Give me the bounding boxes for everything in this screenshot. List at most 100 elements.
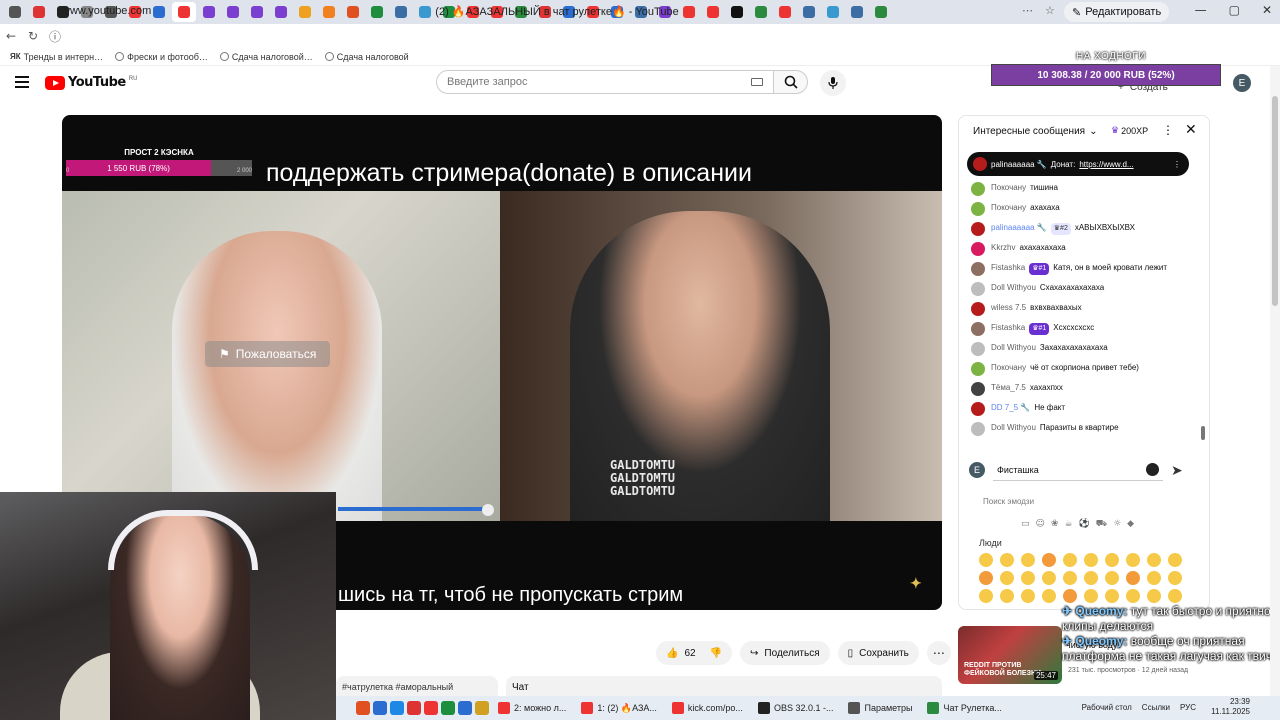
- chat-author[interactable]: Покочану: [991, 203, 1026, 212]
- taskbar-app-icon[interactable]: [458, 701, 472, 715]
- travel-emoji-icon[interactable]: ⛟: [1096, 519, 1107, 530]
- chat-more-icon[interactable]: ⋮: [1162, 123, 1174, 137]
- emoji-icon[interactable]: [1126, 589, 1140, 603]
- emoji-icon[interactable]: [1168, 571, 1182, 585]
- chat-message[interactable]: DD 7_5 🔧 Не факт: [971, 399, 1196, 419]
- chat-author[interactable]: Doll Withyou: [991, 283, 1036, 292]
- chat-author[interactable]: Fistashka: [991, 263, 1025, 272]
- emoji-icon[interactable]: [979, 589, 993, 603]
- chat-message[interactable]: Kkrzhv ахахахахаха: [971, 239, 1196, 259]
- symbols-emoji-icon[interactable]: ◆: [1127, 519, 1134, 530]
- bookmark-item[interactable]: Сдача налоговой: [324, 52, 409, 62]
- objects-emoji-icon[interactable]: ☼: [1113, 519, 1121, 530]
- chat-message[interactable]: Покочану ахахаха: [971, 199, 1196, 219]
- share-button[interactable]: ↪ Поделиться: [740, 641, 830, 665]
- chat-author[interactable]: Покочану: [991, 363, 1026, 372]
- chat-author[interactable]: Kkrzhv: [991, 243, 1015, 252]
- taskbar-clock[interactable]: 23:39 11.11.2025: [1211, 697, 1250, 717]
- emoji-icon[interactable]: [1147, 571, 1161, 585]
- emoji-search-input[interactable]: Поиск эмодзи: [983, 497, 1034, 506]
- bookmark-item[interactable]: ЯК Тренды в интерн…: [10, 52, 103, 62]
- pinned-more-icon[interactable]: ⋮: [1173, 160, 1181, 169]
- more-icon[interactable]: ⋯: [1022, 4, 1033, 17]
- chat-author[interactable]: Doll Withyou: [991, 343, 1036, 352]
- reload-icon[interactable]: ↻: [22, 29, 44, 43]
- emoji-picker-icon[interactable]: [1146, 463, 1159, 476]
- activity-emoji-icon[interactable]: ⚽: [1079, 519, 1090, 530]
- keyboard-icon[interactable]: [751, 78, 763, 86]
- taskbar-app-icon[interactable]: [390, 701, 404, 715]
- emoji-icon[interactable]: [1105, 589, 1119, 603]
- chat-author[interactable]: Покочану: [991, 183, 1026, 192]
- recent-emoji-icon[interactable]: ▭: [1021, 519, 1030, 530]
- progress-scrubber[interactable]: [482, 504, 494, 516]
- taskbar-app-icon[interactable]: [441, 701, 455, 715]
- emoji-icon[interactable]: [1147, 553, 1161, 567]
- search-input[interactable]: Введите запрос: [436, 70, 774, 94]
- chat-message[interactable]: Тёма_7.5 хахахпхх: [971, 379, 1196, 399]
- emoji-icon[interactable]: [1084, 553, 1098, 567]
- people-emoji-icon[interactable]: ☺: [1036, 519, 1045, 530]
- taskbar-window[interactable]: Параметры: [842, 702, 918, 714]
- bookmark-item[interactable]: Фрески и фотооб…: [115, 52, 208, 62]
- like-button[interactable]: 👍 62 👎: [656, 641, 733, 665]
- tray-item[interactable]: Ссылки: [1142, 703, 1170, 712]
- taskbar-window[interactable]: OBS 32.0.1 -...: [752, 702, 840, 714]
- site-info-icon[interactable]: ⓘ: [44, 28, 66, 45]
- video-progress-bar[interactable]: [338, 507, 488, 511]
- recommended-video-thumbnail[interactable]: REDDIT ПРОТИВ ФЕЙКОВОЙ БОЛЕЗНИ 25:47: [958, 626, 1062, 684]
- chat-message[interactable]: Покочану тишина: [971, 179, 1196, 199]
- back-icon[interactable]: ←: [0, 29, 22, 43]
- emoji-icon[interactable]: [1168, 553, 1182, 567]
- close-window-icon[interactable]: ✕: [1262, 3, 1272, 17]
- chat-message-input[interactable]: Фисташка: [993, 459, 1163, 481]
- emoji-icon[interactable]: [1042, 571, 1056, 585]
- xp-indicator[interactable]: ♛ 200XP: [1111, 125, 1148, 136]
- menu-icon[interactable]: [15, 76, 29, 91]
- emoji-icon[interactable]: [1063, 589, 1077, 603]
- emoji-icon[interactable]: [979, 553, 993, 567]
- voice-search-button[interactable]: [820, 70, 846, 96]
- food-emoji-icon[interactable]: ☕: [1064, 519, 1072, 530]
- emoji-icon[interactable]: [1021, 553, 1035, 567]
- emoji-icon[interactable]: [1084, 589, 1098, 603]
- emoji-icon[interactable]: [1084, 571, 1098, 585]
- taskbar-window[interactable]: 2: можно л...: [492, 702, 572, 714]
- taskbar-app-icon[interactable]: [475, 701, 489, 715]
- emoji-icon[interactable]: [1042, 553, 1056, 567]
- emoji-icon[interactable]: [1000, 589, 1014, 603]
- taskbar-window[interactable]: 1: (2) 🔥АЗА...: [575, 702, 663, 714]
- emoji-icon[interactable]: [1126, 553, 1140, 567]
- youtube-logo[interactable]: YouTube RU: [45, 75, 137, 90]
- chat-author[interactable]: palinaaaaaa 🔧: [991, 223, 1047, 232]
- chat-mode-selector[interactable]: Интересные сообщения: [973, 126, 1085, 137]
- chevron-down-icon[interactable]: ⌄: [1089, 126, 1097, 137]
- send-icon[interactable]: ➤: [1171, 462, 1183, 479]
- taskbar-app-icon[interactable]: [407, 701, 421, 715]
- chat-message[interactable]: Покочану чё от скорпиона привет тебе): [971, 359, 1196, 379]
- chat-scrollbar[interactable]: [1201, 426, 1205, 440]
- emoji-icon[interactable]: [1021, 571, 1035, 585]
- close-chat-icon[interactable]: ✕: [1185, 121, 1197, 138]
- taskbar-app-icon[interactable]: [373, 701, 387, 715]
- chat-message[interactable]: wiless 7.5 вхвхвахвахых: [971, 299, 1196, 319]
- chat-message[interactable]: Fistashka ♛#1 Катя, он в моей кровати лежи…: [971, 259, 1196, 279]
- taskbar-app-icon[interactable]: [356, 701, 370, 715]
- chat-message[interactable]: Doll Withyou Схахахахахахаха: [971, 279, 1196, 299]
- chat-message[interactable]: palinaaaaaa 🔧 ♛#2 хАВЫХВХЫХВХ: [971, 219, 1196, 239]
- hashtags[interactable]: #чатрулетка #аморальный: [342, 682, 453, 692]
- tray-item[interactable]: РУС: [1180, 703, 1196, 712]
- emoji-icon[interactable]: [1063, 571, 1077, 585]
- save-button[interactable]: ▯ Сохранить: [837, 641, 919, 665]
- nature-emoji-icon[interactable]: ❀: [1051, 519, 1059, 530]
- taskbar-window[interactable]: Чат Рулетка...: [921, 702, 1007, 714]
- emoji-icon[interactable]: [1000, 571, 1014, 585]
- thumbs-down-icon[interactable]: 👎: [710, 648, 722, 659]
- emoji-icon[interactable]: [1147, 589, 1161, 603]
- edit-button[interactable]: ✎ Редактировать: [1064, 2, 1170, 22]
- page-scrollbar[interactable]: [1270, 66, 1280, 696]
- chat-message[interactable]: Doll Withyou Паразиты в квартире: [971, 419, 1196, 439]
- emoji-icon[interactable]: [1105, 571, 1119, 585]
- tray-item[interactable]: Рабочий стол: [1082, 703, 1132, 712]
- emoji-icon[interactable]: [1021, 589, 1035, 603]
